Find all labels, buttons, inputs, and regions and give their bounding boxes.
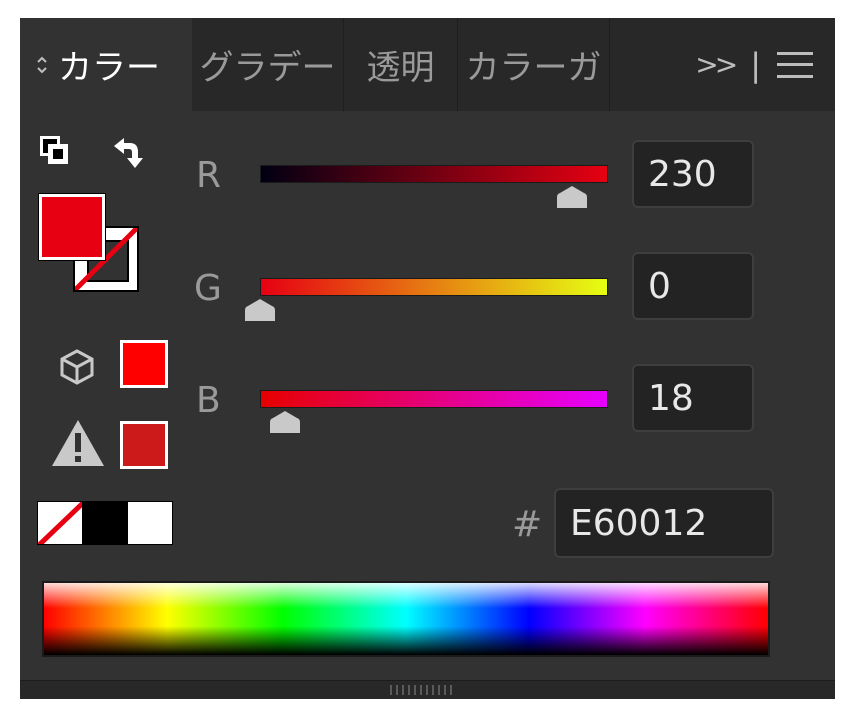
resize-grip-icon[interactable] bbox=[390, 685, 456, 695]
b-slider-thumb[interactable] bbox=[269, 410, 301, 434]
more-tabs-button[interactable]: >> bbox=[695, 48, 738, 81]
tab-transparency[interactable]: 透明 bbox=[344, 18, 458, 111]
g-channel-label: G bbox=[194, 268, 222, 309]
g-value-field[interactable]: 0 bbox=[632, 252, 754, 320]
gamut-warning-swatch[interactable] bbox=[120, 421, 168, 469]
g-slider-thumb[interactable] bbox=[244, 298, 276, 322]
r-channel-label: R bbox=[196, 155, 222, 196]
b-value-field[interactable]: 18 bbox=[632, 364, 754, 432]
web-safe-color-swatch[interactable] bbox=[120, 340, 168, 388]
hex-value-field[interactable]: E60012 bbox=[554, 488, 774, 558]
hamburger-menu-icon[interactable] bbox=[777, 51, 813, 78]
b-slider-track[interactable] bbox=[260, 390, 608, 408]
default-fill-stroke-icon[interactable] bbox=[40, 136, 68, 164]
black-swatch[interactable] bbox=[83, 501, 127, 545]
collapse-chevron-icon[interactable] bbox=[36, 54, 48, 76]
warning-icon bbox=[52, 420, 104, 466]
tab-color-guide[interactable]: カラーガ bbox=[458, 18, 610, 111]
b-channel-label: B bbox=[196, 380, 221, 421]
tab-color[interactable]: カラー bbox=[20, 18, 192, 111]
tab-bar: カラー グラデー 透明 カラーガ >> | bbox=[20, 18, 835, 111]
swap-fill-stroke-icon[interactable] bbox=[110, 136, 146, 172]
tab-color-guide-label: カラーガ bbox=[465, 48, 602, 88]
r-slider-track[interactable] bbox=[260, 165, 608, 183]
cube-icon bbox=[60, 349, 94, 385]
color-panel: カラー グラデー 透明 カラーガ >> | R 230 G 0 B 18 # E… bbox=[20, 18, 835, 699]
tab-color-label: カラー bbox=[58, 48, 160, 88]
color-spectrum[interactable] bbox=[42, 581, 770, 657]
tab-menu: >> | bbox=[675, 18, 835, 111]
resize-bar[interactable] bbox=[20, 680, 835, 699]
r-slider-thumb[interactable] bbox=[556, 185, 588, 209]
white-swatch[interactable] bbox=[127, 501, 173, 545]
menu-separator: | bbox=[750, 45, 761, 84]
tab-transparency-label: 透明 bbox=[366, 48, 435, 88]
r-value-field[interactable]: 230 bbox=[632, 140, 754, 208]
tab-gradient-label: グラデー bbox=[199, 48, 336, 88]
hex-prefix: # bbox=[512, 504, 543, 545]
tab-gradient[interactable]: グラデー bbox=[192, 18, 344, 111]
g-slider-track[interactable] bbox=[260, 278, 608, 296]
none-swatch[interactable] bbox=[37, 501, 83, 545]
fill-swatch[interactable] bbox=[38, 193, 106, 261]
